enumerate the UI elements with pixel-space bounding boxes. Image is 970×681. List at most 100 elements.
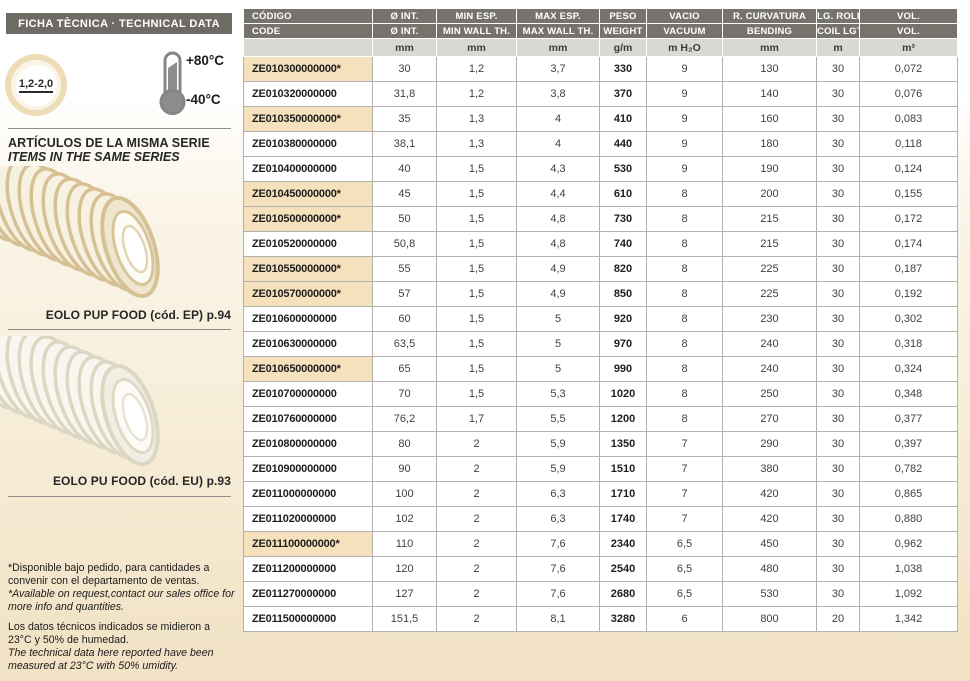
value-cell: 30 [817,132,860,157]
value-cell: 2 [437,482,517,507]
value-cell: 190 [723,157,817,182]
footnote-available-es: *Disponible bajo pedido, para cantidades… [8,562,235,588]
value-cell: 730 [600,207,647,232]
column-header-es: CÓDIGO [244,9,373,24]
value-cell: 9 [647,157,723,182]
value-cell: 0,302 [860,307,958,332]
divider [8,329,231,330]
code-cell: ZE010650000000* [244,357,373,382]
table-row: ZE011500000000151,528,132806800201,342 [244,607,958,632]
value-cell: 8 [647,307,723,332]
value-cell: 530 [723,582,817,607]
footnote-measured-en: The technical data here reported have be… [8,647,235,673]
value-cell: 3,8 [517,82,600,107]
code-cell: ZE011020000000 [244,507,373,532]
value-cell: 38,1 [373,132,437,157]
value-cell: 1350 [600,432,647,457]
header-row-es: CÓDIGOØ INT.MIN ESP.MAX ESP.PESOVACIOR. … [244,9,958,24]
value-cell: 5,3 [517,382,600,407]
related-hose-caption-pup-food: EOLO PUP FOOD (cód. EP) p.94 [0,308,231,322]
value-cell: 30 [817,182,860,207]
value-cell: 8 [647,382,723,407]
value-cell: 4,4 [517,182,600,207]
value-cell: 1740 [600,507,647,532]
table-row: ZE01038000000038,11,344409180300,118 [244,132,958,157]
value-cell: 1200 [600,407,647,432]
table-row: ZE010570000000*571,54,98508225300,192 [244,282,958,307]
value-cell: 7,6 [517,557,600,582]
value-cell: 30 [817,57,860,82]
value-cell: 30 [817,482,860,507]
table-row: ZE01076000000076,21,75,512008270300,377 [244,407,958,432]
value-cell: 1,2 [437,57,517,82]
value-cell: 8 [647,407,723,432]
table-row: ZE01100000000010026,317107420300,865 [244,482,958,507]
value-cell: 1,2 [437,82,517,107]
value-cell: 215 [723,207,817,232]
value-cell: 7,6 [517,582,600,607]
column-header-es: VACIO [647,9,723,24]
column-header-en: MAX WALL TH. [517,24,600,39]
table-row: ZE010550000000*551,54,98208225300,187 [244,257,958,282]
value-cell: 30 [817,157,860,182]
value-cell: 30 [817,432,860,457]
code-cell: ZE010570000000* [244,282,373,307]
value-cell: 1,3 [437,132,517,157]
value-cell: 5 [517,307,600,332]
value-cell: 8 [647,332,723,357]
column-header-en: VACUUM [647,24,723,39]
value-cell: 30 [817,232,860,257]
value-cell: 820 [600,257,647,282]
column-header-es: LG. ROLLO [817,9,860,24]
value-cell: 1,5 [437,257,517,282]
value-cell: 63,5 [373,332,437,357]
value-cell: 110 [373,532,437,557]
value-cell: 5 [517,332,600,357]
value-cell: 450 [723,532,817,557]
value-cell: 2 [437,557,517,582]
code-cell: ZE010630000000 [244,332,373,357]
value-cell: 180 [723,132,817,157]
value-cell: 380 [723,457,817,482]
value-cell: 2680 [600,582,647,607]
value-cell: 4 [517,107,600,132]
table-row: ZE010450000000*451,54,46108200300,155 [244,182,958,207]
value-cell: 1,5 [437,182,517,207]
value-cell: 0,155 [860,182,958,207]
code-cell: ZE010520000000 [244,232,373,257]
temperature-max-label: +80°C [186,53,224,68]
column-header-es: R. CURVATURA [723,9,817,24]
value-cell: 225 [723,282,817,307]
value-cell: 65 [373,357,437,382]
value-cell: 0,324 [860,357,958,382]
value-cell: 30 [817,582,860,607]
divider [8,128,231,129]
value-cell: 5,5 [517,407,600,432]
value-cell: 30 [817,382,860,407]
value-cell: 0,377 [860,407,958,432]
hose-image-eolo-pu-food [0,336,236,476]
table-row: ZE01120000000012027,625406,5480301,038 [244,557,958,582]
value-cell: 4,9 [517,282,600,307]
value-cell: 30 [817,407,860,432]
value-cell: 0,174 [860,232,958,257]
unit-cell: mm [517,39,600,57]
value-cell: 240 [723,332,817,357]
value-cell: 20 [817,607,860,632]
code-cell: ZE010900000000 [244,457,373,482]
value-cell: 30 [817,257,860,282]
table-row: ZE011100000000*11027,623406,5450300,962 [244,532,958,557]
value-cell: 0,072 [860,57,958,82]
unit-cell: mm [373,39,437,57]
value-cell: 7 [647,507,723,532]
header-row-en: CODEØ INT.MIN WALL TH.MAX WALL TH.WEIGHT… [244,24,958,39]
value-cell: 4,8 [517,207,600,232]
column-header-en: BENDING [723,24,817,39]
code-cell: ZE011270000000 [244,582,373,607]
series-title-en: ITEMS IN THE SAME SERIES [8,150,233,164]
value-cell: 1,5 [437,307,517,332]
value-cell: 8 [647,257,723,282]
code-cell: ZE010500000000* [244,207,373,232]
value-cell: 970 [600,332,647,357]
column-header-en: COIL LGTH. [817,24,860,39]
